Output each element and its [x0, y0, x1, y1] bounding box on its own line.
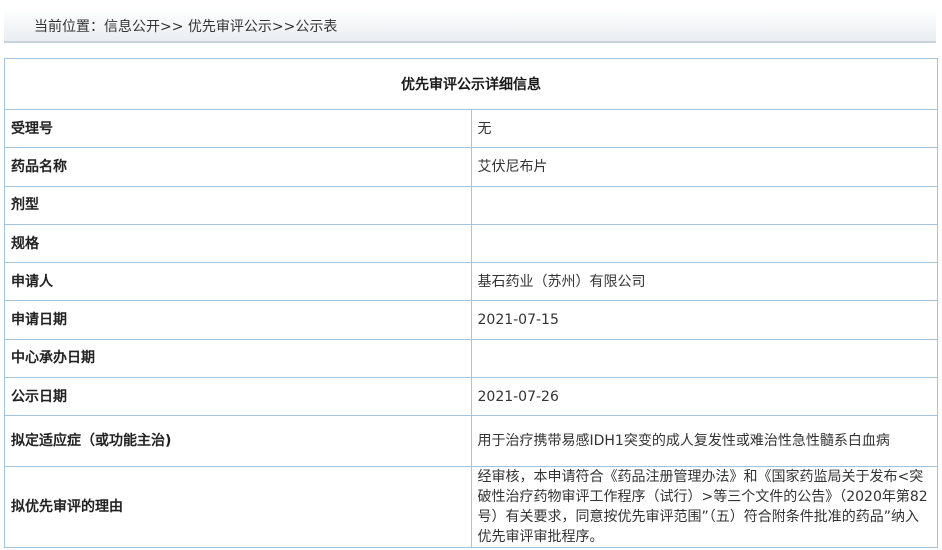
table-row: 拟优先审评的理由 经审核，本申请符合《药品注册管理办法》和《国家药监局关于发布<… — [4, 466, 938, 549]
field-label-acceptance-number: 受理号 — [4, 108, 472, 149]
field-value-center-date — [470, 338, 938, 379]
field-label-applicant: 申请人 — [4, 262, 472, 302]
table-row: 公示日期 2021-07-26 — [4, 377, 938, 417]
table-row: 中心承办日期 — [4, 338, 938, 379]
table-row: 申请人 基石药业（苏州）有限公司 — [4, 262, 938, 302]
field-value-acceptance-number: 无 — [470, 108, 938, 149]
page-title: 优先审评公示详细信息 — [4, 58, 938, 110]
title-row: 优先审评公示详细信息 — [4, 58, 938, 110]
detail-table: 优先审评公示详细信息 受理号 无 药品名称 艾伏尼布片 剂型 规格 申请人 基石… — [4, 58, 938, 549]
field-label-specification: 规格 — [4, 223, 472, 264]
breadcrumb: 当前位置：信息公开>> 优先审评公示>>公示表 — [34, 19, 338, 35]
field-label-reason: 拟优先审评的理由 — [4, 466, 472, 549]
field-label-application-date: 申请日期 — [4, 300, 472, 340]
field-label-indication: 拟定适应症（或功能主治) — [4, 415, 472, 468]
field-value-drug-name: 艾伏尼布片 — [470, 147, 938, 187]
field-label-center-date: 中心承办日期 — [4, 338, 472, 379]
field-value-specification — [470, 223, 938, 264]
field-label-drug-name: 药品名称 — [4, 147, 472, 187]
field-value-indication: 用于治疗携带易感IDH1突变的成人复发性或难治性急性髓系白血病 — [470, 415, 938, 468]
table-row: 拟定适应症（或功能主治) 用于治疗携带易感IDH1突变的成人复发性或难治性急性髓… — [4, 415, 938, 468]
field-value-application-date: 2021-07-15 — [470, 300, 938, 340]
breadcrumb-bar: 当前位置：信息公开>> 优先审评公示>>公示表 — [4, 7, 936, 43]
field-label-dosage-form: 剂型 — [4, 185, 472, 225]
field-value-publicity-date: 2021-07-26 — [470, 377, 938, 417]
table-row: 受理号 无 — [4, 108, 938, 149]
table-row: 剂型 — [4, 185, 938, 225]
table-row: 药品名称 艾伏尼布片 — [4, 147, 938, 187]
table-row: 申请日期 2021-07-15 — [4, 300, 938, 340]
field-label-publicity-date: 公示日期 — [4, 377, 472, 417]
table-row: 规格 — [4, 223, 938, 264]
field-value-dosage-form — [470, 185, 938, 225]
field-value-reason: 经审核，本申请符合《药品注册管理办法》和《国家药监局关于发布<突破性治疗药物审评… — [470, 466, 938, 549]
field-value-applicant: 基石药业（苏州）有限公司 — [470, 262, 938, 302]
